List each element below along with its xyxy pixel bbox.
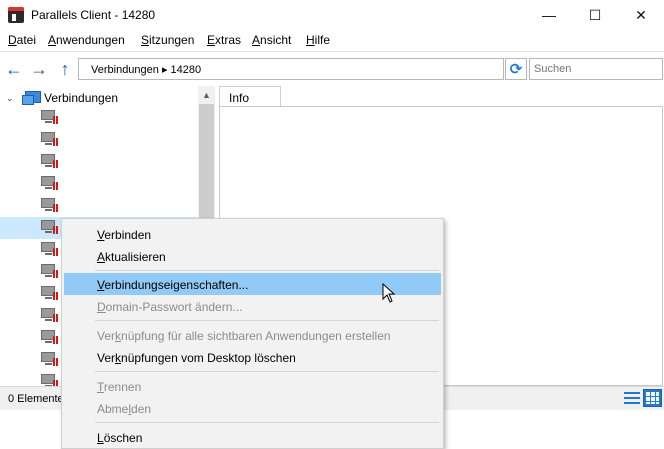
tree-root-label: Verbindungen [44,91,119,105]
ctx-separator [95,371,439,372]
maximize-button[interactable]: ☐ [572,0,618,30]
status-item-count: 0 Elemente [8,393,64,405]
menu-divider [0,51,664,52]
ctx-separator [95,422,439,423]
close-button[interactable]: ✕ [618,0,664,30]
app-icon [8,7,24,23]
mouse-cursor-icon [382,283,396,303]
window-title: Parallels Client - 14280 [31,8,156,22]
back-arrow-icon[interactable]: ← [3,58,25,80]
ctx-verbinden[interactable]: Verbinden [64,223,441,245]
ctx-abmelden: Abmelden [97,402,152,416]
grid-view-icon[interactable] [643,389,662,407]
connection-icon [41,110,59,125]
minimize-button[interactable]: — [526,0,572,30]
up-arrow-icon[interactable]: ↑ [54,58,76,80]
forward-arrow-icon[interactable]: → [28,58,50,80]
ctx-trennen: Trennen [97,380,142,394]
tree-connection-item[interactable] [0,173,198,195]
title-bar: Parallels Client - 14280 — ☐ ✕ [0,0,664,30]
connection-icon [41,154,59,169]
connection-icon [41,286,59,301]
ctx-loeschen[interactable]: Löschen [64,426,441,448]
tree-root-verbindungen[interactable]: ⌄ Verbindungen [6,90,118,106]
connection-icon [41,198,59,213]
connection-icon [41,264,59,279]
tree-connection-item[interactable] [0,129,198,151]
tree-connection-item[interactable] [0,195,198,217]
menu-ansicht[interactable]: Ansicht [252,33,291,47]
navigation-bar: ← → ↑ Verbindungen ▸ 14280 ⟳ [0,54,664,84]
connection-icon [41,352,59,367]
ctx-separator [95,270,439,271]
ctx-separator [95,320,439,321]
chevron-down-icon[interactable]: ⌄ [6,93,18,104]
menu-bar: Datei Anwendungen Sitzungen Extras Ansic… [0,30,664,50]
ctx-verknuepfungen-loeschen[interactable]: Verknüpfungen vom Desktop löschen [64,346,441,368]
menu-hilfe[interactable]: Hilfe [306,33,330,47]
list-view-icon[interactable] [624,390,640,406]
search-input[interactable] [529,58,663,80]
ctx-aktualisieren[interactable]: Aktualisieren [64,245,441,267]
menu-extras[interactable]: Extras [207,33,241,47]
address-bar[interactable]: Verbindungen ▸ 14280 [78,58,504,80]
tab-info[interactable]: Info [219,86,281,107]
refresh-icon[interactable]: ⟳ [505,58,527,80]
ctx-verknuepfung-erstellen: Verknüpfung für alle sichtbaren Anwendun… [97,329,391,343]
menu-datei[interactable]: Datei [8,33,36,47]
connection-icon [41,220,59,235]
connection-icon [41,330,59,345]
menu-sitzungen[interactable]: Sitzungen [141,33,194,47]
context-menu: Verbinden Aktualisieren Verbindungseigen… [61,218,444,449]
connection-icon [41,308,59,323]
menu-anwendungen[interactable]: Anwendungen [48,33,125,47]
connection-icon [41,176,59,191]
tree-connection-item[interactable] [0,151,198,173]
connection-icon [41,242,59,257]
scroll-up-arrow-icon[interactable]: ▲ [198,86,215,103]
tree-connection-item[interactable] [0,107,198,129]
connections-folder-icon [22,91,41,105]
connection-icon [41,132,59,147]
connection-icon [41,374,59,386]
